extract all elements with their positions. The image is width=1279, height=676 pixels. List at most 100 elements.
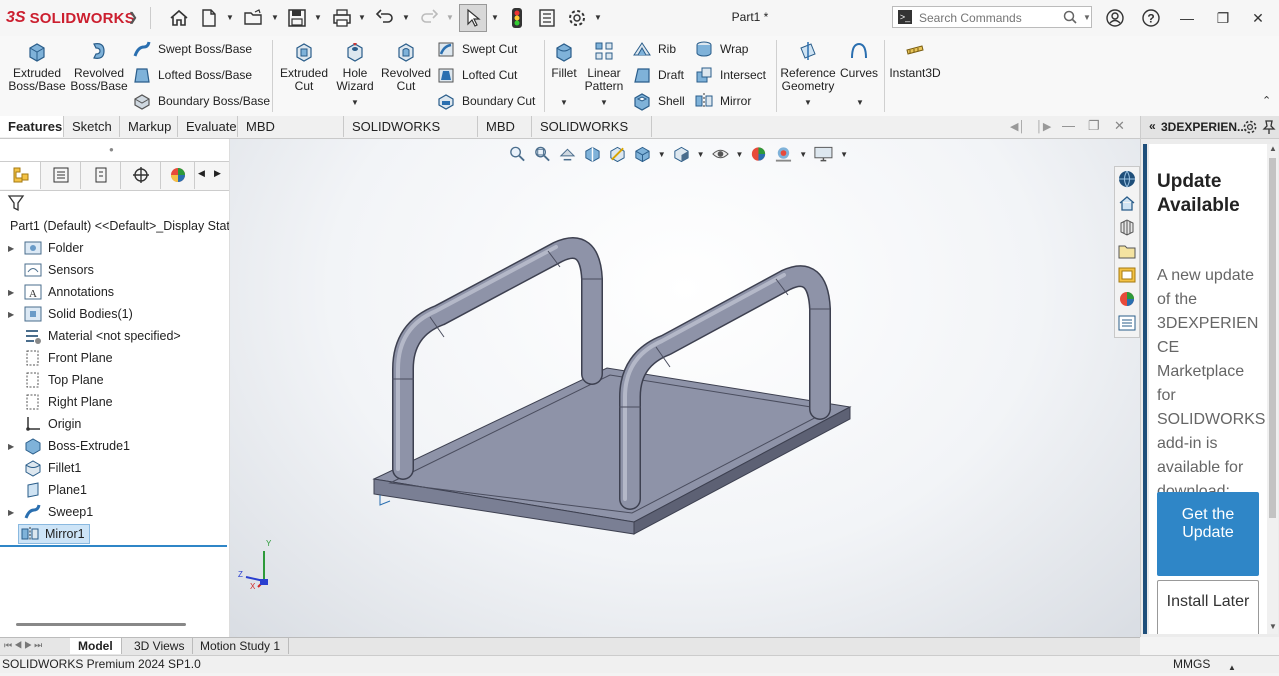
get-the-update-button[interactable]: Get the Update	[1157, 492, 1259, 576]
display-manager-tab[interactable]	[160, 162, 195, 189]
graphics-area[interactable]: ▼ ▼ ▼ ▼ ▼ Y Z X	[230, 139, 1140, 637]
chevron-down-icon[interactable]: ▼	[804, 98, 812, 107]
search-commands-field[interactable]: >_ ▼	[892, 6, 1092, 28]
shell-button[interactable]: Shell	[632, 90, 685, 112]
extruded-cut-button[interactable]: Extruded Cut	[278, 40, 330, 93]
units-selector[interactable]: MMGS	[1173, 656, 1210, 672]
configuration-manager-tab[interactable]	[80, 162, 121, 189]
tab-solidworks-add-ins[interactable]: SOLIDWORKS Add-Ins	[344, 116, 478, 155]
intersect-button[interactable]: Intersect	[694, 64, 766, 86]
tab-evaluate[interactable]: Evaluate	[178, 116, 238, 137]
custom-properties-icon[interactable]	[1118, 314, 1136, 332]
tree-item-boss-extrude1[interactable]: ▶ Boss-Extrude1	[0, 435, 229, 457]
tree-item-front-plane[interactable]: Front Plane	[0, 347, 229, 369]
reference-geometry-button[interactable]: Reference Geometry	[780, 40, 836, 93]
tree-item-top-plane[interactable]: Top Plane	[0, 369, 229, 391]
minimize-icon[interactable]: —	[1177, 8, 1197, 28]
chevron-down-icon[interactable]: ▼	[856, 98, 864, 107]
expand-icon[interactable]: ▶	[8, 288, 18, 297]
rollback-bar[interactable]	[0, 545, 227, 547]
viewport-minimize-icon[interactable]: —	[1062, 118, 1075, 133]
horizontal-scrollbar[interactable]	[16, 623, 186, 626]
lofted-cut-button[interactable]: Lofted Cut	[436, 64, 517, 86]
chevron-down-icon[interactable]: ▼	[351, 98, 359, 107]
undo-icon[interactable]	[374, 6, 396, 30]
revolved-cut-button[interactable]: Revolved Cut	[380, 40, 432, 93]
tree-item-fillet1[interactable]: Fillet1	[0, 457, 229, 479]
task-pane-scrollbar[interactable]: ▲ ▼	[1267, 144, 1278, 634]
collapse-pane-icon[interactable]: «	[1149, 119, 1156, 133]
3dexperience-globe-icon[interactable]	[1118, 170, 1136, 188]
swept-boss-button[interactable]: Swept Boss/Base	[132, 38, 252, 60]
chevron-down-icon[interactable]: ▼	[226, 13, 234, 22]
new-document-icon[interactable]	[198, 6, 220, 30]
extruded-boss-button[interactable]: Extruded Boss/Base	[8, 40, 66, 93]
restore-icon[interactable]: ❐	[1213, 8, 1233, 28]
tab-markup[interactable]: Markup	[120, 116, 178, 137]
part-model-3d[interactable]	[230, 139, 1140, 637]
search-icon[interactable]	[1063, 10, 1077, 24]
tree-item-plane1[interactable]: Plane1	[0, 479, 229, 501]
boundary-cut-button[interactable]: Boundary Cut	[436, 90, 535, 112]
chevron-down-icon[interactable]: ▼	[600, 98, 608, 107]
property-manager-tab[interactable]	[40, 162, 81, 189]
fillet-button[interactable]: Fillet	[548, 40, 580, 80]
user-account-icon[interactable]	[1104, 6, 1126, 30]
solidworks-logo[interactable]: 3S SOLIDWORKS	[6, 8, 135, 28]
chevron-up-icon[interactable]: ▲	[1228, 660, 1236, 676]
scroll-right-icon[interactable]: ▶	[214, 168, 221, 179]
search-input[interactable]	[917, 10, 1066, 26]
chevron-down-icon[interactable]: ▼	[560, 98, 568, 107]
tree-item-origin[interactable]: Origin	[0, 413, 229, 435]
expand-icon[interactable]: ▶	[8, 508, 18, 517]
wrap-button[interactable]: Wrap	[694, 38, 748, 60]
pin-icon[interactable]	[1262, 119, 1276, 135]
previous-view-icon[interactable]: ◀│	[1010, 120, 1025, 133]
home-icon[interactable]	[1118, 194, 1136, 212]
open-folder-icon[interactable]	[242, 6, 266, 30]
view-palette-icon[interactable]	[1118, 266, 1136, 284]
collapse-ribbon-icon[interactable]: ⌃	[1262, 94, 1271, 107]
appearances-icon[interactable]	[1118, 290, 1136, 308]
mirror-button[interactable]: Mirror	[694, 90, 751, 112]
chevron-down-icon[interactable]: ▼	[314, 13, 322, 22]
file-explorer-icon[interactable]	[1118, 242, 1136, 260]
tree-item-sweep1[interactable]: ▶ Sweep1	[0, 501, 229, 523]
tab-solidworks-cam[interactable]: SOLIDWORKS CAM	[532, 116, 652, 155]
file-properties-icon[interactable]	[536, 6, 558, 30]
home-icon[interactable]	[168, 6, 190, 30]
tree-item-solid-bodies[interactable]: ▶ Solid Bodies(1)	[0, 303, 229, 325]
tree-item-sensors[interactable]: Sensors	[0, 259, 229, 281]
chevron-down-icon[interactable]: ▼	[1083, 13, 1091, 22]
help-icon[interactable]: ?	[1140, 6, 1162, 30]
tab-mbd-dimensions[interactable]: MBD Dimensions	[238, 116, 344, 155]
draft-button[interactable]: Draft	[632, 64, 684, 86]
scrollbar-thumb[interactable]	[1269, 158, 1276, 518]
revolved-boss-button[interactable]: Revolved Boss/Base	[70, 40, 128, 93]
tree-item-right-plane[interactable]: Right Plane	[0, 391, 229, 413]
tab-scroll-arrows-icon[interactable]: ⏮◀▶⏭	[4, 640, 44, 651]
chevron-right-icon[interactable]: ❯	[128, 10, 138, 24]
chevron-down-icon[interactable]: ▼	[491, 13, 499, 22]
swept-cut-button[interactable]: Swept Cut	[436, 38, 517, 60]
next-view-icon[interactable]: │▶	[1036, 120, 1051, 133]
instant3d-button[interactable]: Instant3D	[888, 40, 942, 80]
chevron-down-icon[interactable]: ▼	[271, 13, 279, 22]
gear-icon[interactable]	[1242, 119, 1258, 135]
linear-pattern-button[interactable]: Linear Pattern	[582, 40, 626, 93]
panel-splitter[interactable]: ●	[0, 143, 229, 161]
dimxpert-manager-tab[interactable]	[120, 162, 161, 189]
close-icon[interactable]: ✕	[1248, 8, 1268, 28]
install-later-button[interactable]: Install Later	[1157, 580, 1259, 634]
expand-icon[interactable]: ▶	[8, 310, 18, 319]
tree-item-mirror1[interactable]: Mirror1	[0, 523, 229, 545]
feature-manager-tab[interactable]	[0, 162, 41, 189]
tree-root-part[interactable]: Part1 (Default) <<Default>_Display State	[0, 215, 229, 237]
tree-item-folder[interactable]: ▶ Folder	[0, 237, 229, 259]
rebuild-traffic-light-icon[interactable]	[508, 6, 526, 30]
redo-icon[interactable]	[418, 6, 440, 30]
design-library-icon[interactable]	[1118, 218, 1136, 236]
viewport-restore-icon[interactable]: ❐	[1088, 118, 1100, 134]
chevron-down-icon[interactable]: ▼	[446, 13, 454, 22]
tab-sketch[interactable]: Sketch	[64, 116, 120, 137]
